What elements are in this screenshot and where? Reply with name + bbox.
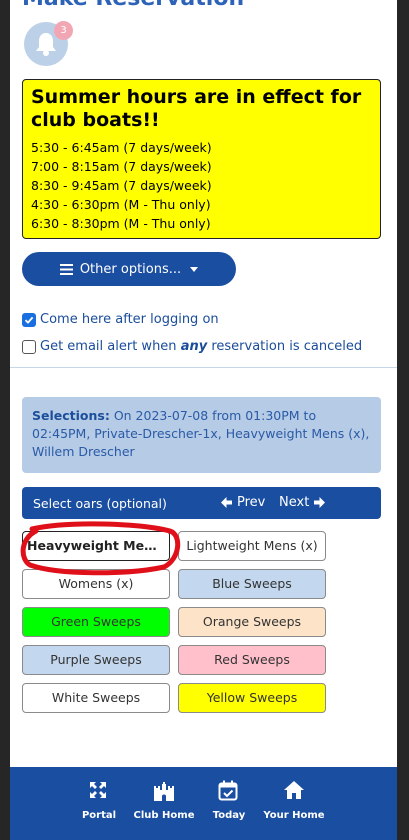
caret-down-icon: [190, 266, 199, 272]
red-annotation-circle: [20, 521, 181, 576]
email-alert-option: Get email alert when any reservation is …: [22, 339, 362, 354]
come-here-checkbox[interactable]: [22, 312, 36, 327]
prev-button[interactable]: Prev: [220, 495, 265, 510]
come-here-option: Come here after logging on: [22, 312, 219, 327]
other-options-label: Other options...: [79, 261, 182, 277]
castle-icon: [154, 782, 174, 801]
oar-option-lightweight-mens[interactable]: Lightweight Mens (x): [178, 531, 326, 561]
nav-your-home[interactable]: Your Home: [259, 767, 329, 840]
arrow-left-icon: [221, 497, 232, 508]
next-label: Next: [279, 495, 310, 510]
email-alert-label: Get email alert when any reservation is …: [40, 339, 363, 354]
page-content: Make Reservation 3 Summer hours are in e…: [10, 0, 397, 840]
home-icon: [284, 781, 304, 799]
notice-line: 5:30 - 6:45am (7 days/week): [31, 140, 212, 155]
window-frame-left: [0, 0, 10, 840]
nav-today[interactable]: Today: [194, 767, 264, 840]
expand-icon: [90, 782, 106, 798]
oar-option-orange-sweeps[interactable]: Orange Sweeps: [178, 607, 326, 637]
nav-your-home-label: Your Home: [263, 810, 325, 821]
oar-option-purple-sweeps[interactable]: Purple Sweeps: [22, 645, 170, 675]
bottom-navigation: Portal Club Home Today Your Home: [10, 767, 397, 840]
nav-club-home[interactable]: Club Home: [129, 767, 199, 840]
selections-summary: Selections: On 2023-07-08 from 01:30PM t…: [22, 397, 381, 473]
notice-line: 8:30 - 9:45am (7 days/week): [31, 178, 212, 193]
page-title: Make Reservation: [22, 0, 244, 11]
oar-option-green-sweeps[interactable]: Green Sweeps: [22, 607, 170, 637]
select-oars-bar: Select oars (optional) Prev Next: [22, 487, 381, 519]
oar-option-blue-sweeps[interactable]: Blue Sweeps: [178, 569, 326, 599]
notification-count-badge: 3: [54, 21, 73, 40]
oar-option-red-sweeps[interactable]: Red Sweeps: [178, 645, 326, 675]
other-options-button[interactable]: Other options...: [22, 252, 236, 286]
nav-portal-label: Portal: [81, 810, 117, 821]
email-alert-checkbox[interactable]: [22, 339, 36, 354]
next-button[interactable]: Next: [279, 495, 326, 510]
notice-title: Summer hours are in effect for club boat…: [31, 86, 362, 131]
notice-line: 6:30 - 8:30pm (M - Thu only): [31, 216, 211, 231]
oar-option-yellow-sweeps[interactable]: Yellow Sweeps: [178, 683, 326, 713]
selections-label: Selections:: [32, 408, 110, 423]
arrow-right-icon: [314, 497, 326, 508]
window-frame-right: [397, 0, 409, 840]
summer-hours-notice: Summer hours are in effect for club boat…: [22, 79, 381, 239]
select-oars-label: Select oars (optional): [33, 496, 167, 511]
come-here-label: Come here after logging on: [40, 312, 219, 327]
menu-icon: [59, 263, 73, 275]
nav-portal[interactable]: Portal: [64, 767, 134, 840]
nav-today-label: Today: [212, 810, 246, 821]
prev-label: Prev: [237, 495, 266, 510]
notice-line: 7:00 - 8:15am (7 days/week): [31, 159, 212, 174]
checkmark-icon: [24, 316, 34, 324]
notice-line: 4:30 - 6:30pm (M - Thu only): [31, 197, 211, 212]
calendar-check-icon: [218, 780, 238, 801]
oar-option-white-sweeps[interactable]: White Sweeps: [22, 683, 170, 713]
section-divider: [10, 367, 397, 368]
nav-club-home-label: Club Home: [133, 810, 195, 821]
